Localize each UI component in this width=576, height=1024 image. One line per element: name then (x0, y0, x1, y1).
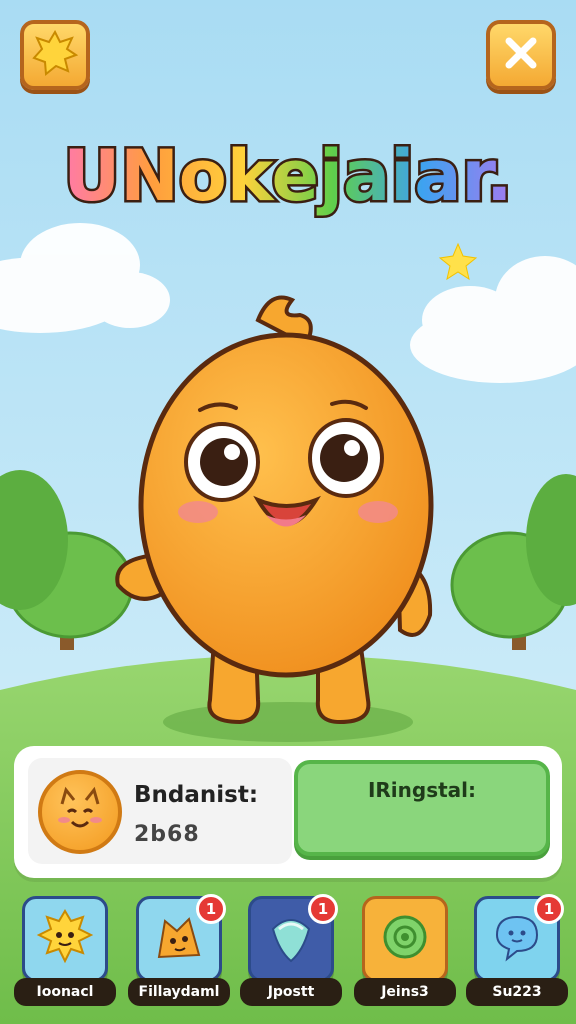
stat-value: 2b68 (134, 822, 200, 847)
nav-label: Fillaydaml (128, 978, 230, 1006)
title-text: UNokejaiar. (63, 135, 512, 217)
nav-label: Jpostt (240, 978, 342, 1006)
sun-icon (32, 29, 79, 80)
cat-face-icon (38, 770, 122, 854)
nav-item-4[interactable]: Jeins3 (354, 896, 458, 1010)
action-label: IRingstal: (367, 778, 477, 802)
nav-item-3[interactable]: 1 Jpostt (240, 894, 344, 1010)
nav-tile (22, 896, 108, 982)
stat-card: Bndanist: 2b68 (28, 758, 292, 864)
sun-button[interactable] (20, 20, 90, 90)
stat-label: Bndanist: (134, 782, 259, 808)
game-title: UNokejaiar. (14, 108, 562, 238)
ring-icon (375, 907, 435, 971)
nav-item-1[interactable]: Ioonacl (14, 896, 118, 1010)
nav-tile (362, 896, 448, 982)
notification-badge: 1 (196, 894, 226, 924)
info-panel: Bndanist: 2b68 IRingstal: (14, 746, 562, 878)
sun-creature-icon (35, 907, 95, 971)
nav-item-5[interactable]: 1 Su223 (466, 894, 570, 1010)
nav-item-2[interactable]: 1 Fillaydaml (128, 894, 232, 1010)
action-button[interactable]: IRingstal: (294, 760, 550, 856)
notification-badge: 1 (308, 894, 338, 924)
nav-label: Su223 (466, 978, 568, 1006)
close-icon (501, 33, 541, 77)
notification-badge: 1 (534, 894, 564, 924)
nav-label: Ioonacl (14, 978, 116, 1006)
close-button[interactable] (486, 20, 556, 90)
nav-label: Jeins3 (354, 978, 456, 1006)
